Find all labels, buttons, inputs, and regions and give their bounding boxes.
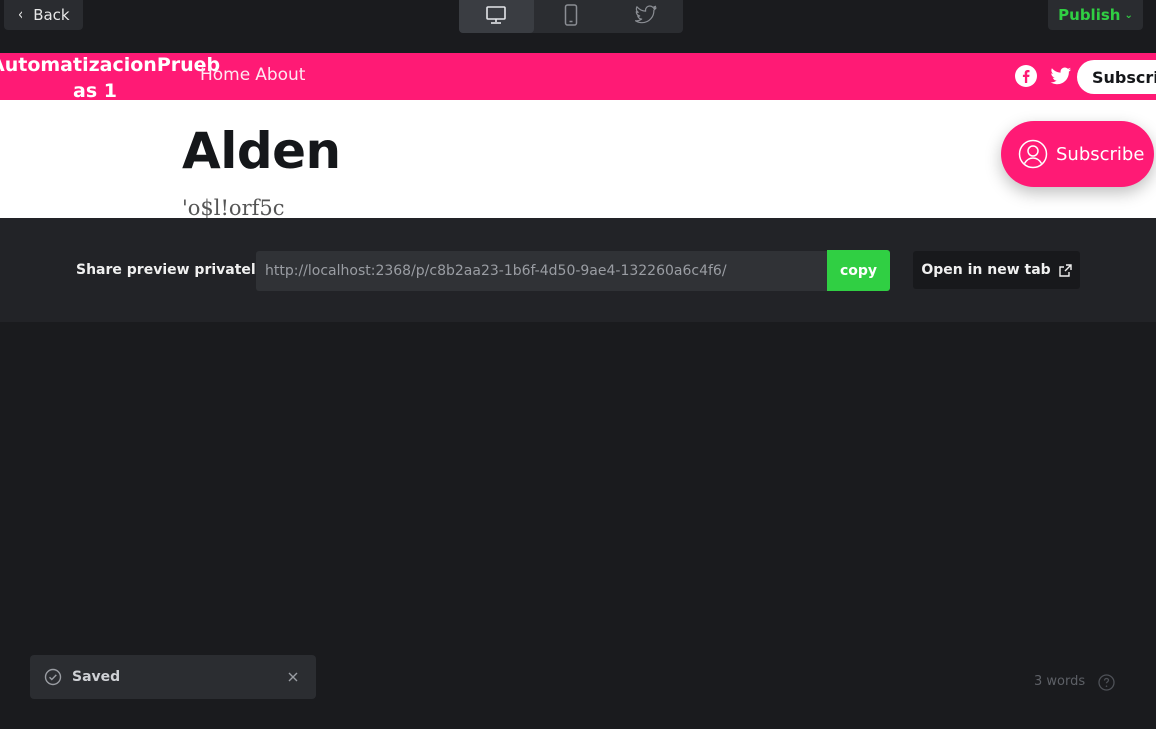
word-count: 3 words <box>1034 674 1086 689</box>
header-subscribe-button[interactable]: Subscribe <box>1077 60 1156 94</box>
share-preview-bar: Share preview privately copy Open in new… <box>0 218 1156 322</box>
twitter-preview-button[interactable] <box>608 0 683 33</box>
share-url-input[interactable] <box>256 251 827 291</box>
back-button[interactable]: ‹ Back <box>4 0 83 30</box>
toast-message: Saved <box>72 669 121 685</box>
publish-label: Publish <box>1058 6 1121 24</box>
twitter-icon <box>634 4 657 23</box>
header-subscribe-label: Subscribe <box>1092 67 1156 87</box>
help-icon[interactable] <box>1097 673 1115 691</box>
floating-subscribe-label: Subscribe <box>1056 143 1145 165</box>
desktop-preview-button[interactable] <box>459 0 534 33</box>
twitter-icon[interactable] <box>1050 65 1072 87</box>
back-label: Back <box>33 6 70 24</box>
device-preview-switch <box>459 0 683 33</box>
site-nav: Home About <box>200 65 305 85</box>
open-in-new-tab-button[interactable]: Open in new tab <box>913 251 1080 289</box>
post-title: Alden <box>182 122 341 180</box>
close-icon[interactable] <box>284 668 302 686</box>
share-preview-label: Share preview privately <box>76 262 265 278</box>
site-preview: AutomatizacionPrueb as 1 Home About Subs… <box>0 53 1156 218</box>
post-excerpt: 'o$l!orf5c <box>182 196 285 218</box>
site-title-line-1: AutomatizacionPrueb <box>0 54 221 76</box>
site-title[interactable]: AutomatizacionPrueb as 1 <box>0 53 221 104</box>
saved-toast: Saved <box>30 655 316 699</box>
copy-button[interactable]: copy <box>827 250 890 291</box>
user-icon <box>1018 139 1048 169</box>
open-in-new-tab-label: Open in new tab <box>921 262 1051 278</box>
site-title-line-2: as 1 <box>73 80 117 102</box>
mobile-preview-button[interactable] <box>534 0 609 33</box>
desktop-icon <box>486 5 507 24</box>
publish-button[interactable]: Publish ⌄ <box>1048 0 1143 30</box>
nav-about-link[interactable]: About <box>255 65 305 85</box>
external-link-icon <box>1058 263 1072 277</box>
facebook-icon[interactable] <box>1015 65 1037 87</box>
chevron-left-icon: ‹ <box>18 6 24 24</box>
editor-toolbar: ‹ Back Publish ⌄ <box>0 0 1156 53</box>
nav-home-link[interactable]: Home <box>200 65 250 85</box>
chevron-down-icon: ⌄ <box>1124 9 1133 21</box>
mobile-icon <box>564 3 578 26</box>
floating-subscribe-button[interactable]: Subscribe <box>1001 121 1154 187</box>
check-circle-icon <box>44 668 62 686</box>
site-header: AutomatizacionPrueb as 1 Home About Subs… <box>0 53 1156 102</box>
